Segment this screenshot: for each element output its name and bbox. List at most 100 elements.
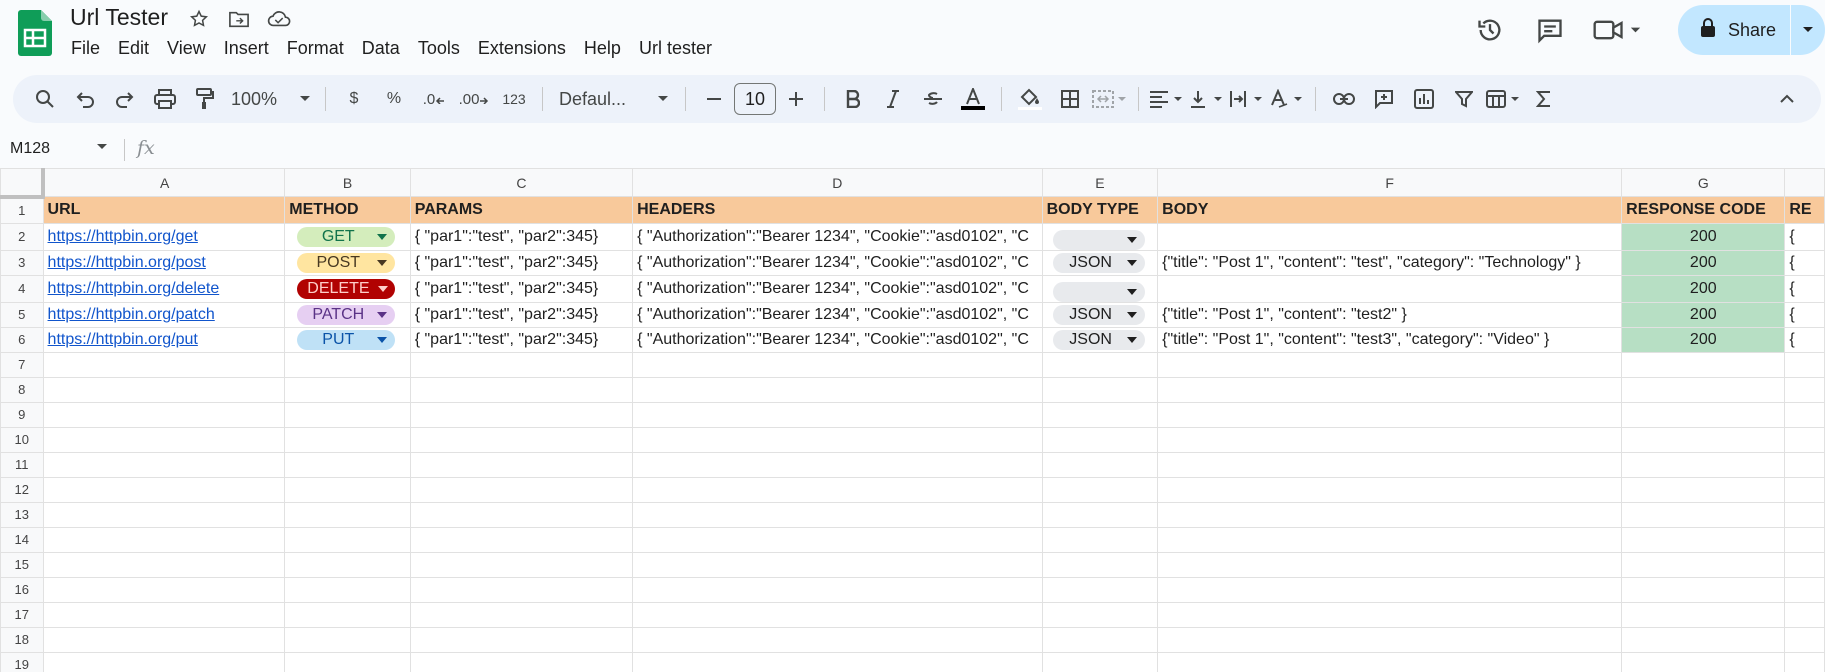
empty-cell[interactable] <box>284 551 411 578</box>
borders-icon[interactable] <box>1052 81 1088 117</box>
move-folder-icon[interactable] <box>226 6 252 32</box>
empty-cell[interactable] <box>632 476 1043 503</box>
empty-cell[interactable] <box>1621 576 1786 603</box>
empty-cell[interactable] <box>1157 401 1623 428</box>
headers-cell[interactable]: { "Authorization":"Bearer 1234", "Cookie… <box>632 222 1043 251</box>
header-cell-method[interactable]: METHOD <box>284 196 411 224</box>
empty-cell[interactable] <box>1621 651 1786 672</box>
bold-icon[interactable] <box>835 81 871 117</box>
row-number[interactable]: 16 <box>0 576 44 603</box>
empty-cell[interactable] <box>1041 526 1159 553</box>
empty-cell[interactable] <box>284 576 411 603</box>
empty-cell[interactable] <box>409 551 634 578</box>
collapse-toolbar-chevron-up-icon[interactable] <box>1769 81 1805 117</box>
method-dropdown-chip[interactable]: DELETE <box>297 278 396 299</box>
empty-cell[interactable] <box>409 426 634 453</box>
row-number[interactable]: 14 <box>0 526 44 553</box>
params-cell[interactable]: { "par1":"test", "par2":345} <box>409 249 634 276</box>
empty-cell[interactable] <box>284 351 411 378</box>
empty-cell[interactable] <box>1784 351 1825 378</box>
body-type-cell[interactable]: JSON <box>1041 326 1159 353</box>
empty-cell[interactable] <box>1041 551 1159 578</box>
row-number[interactable]: 6 <box>0 326 44 353</box>
empty-cell[interactable] <box>1784 501 1825 528</box>
row-number[interactable]: 2 <box>0 222 44 251</box>
empty-cell[interactable] <box>632 501 1043 528</box>
print-icon[interactable] <box>147 81 183 117</box>
row-number[interactable]: 19 <box>0 651 44 672</box>
row-number[interactable]: 11 <box>0 451 44 478</box>
empty-cell[interactable] <box>1621 426 1786 453</box>
sheets-logo-icon[interactable] <box>18 10 52 56</box>
empty-cell[interactable] <box>1784 476 1825 503</box>
empty-cell[interactable] <box>1784 576 1825 603</box>
method-cell[interactable]: PUT <box>284 326 411 353</box>
response-cell-partial[interactable]: { <box>1784 326 1825 353</box>
empty-cell[interactable] <box>42 576 286 603</box>
empty-cell[interactable] <box>1784 401 1825 428</box>
empty-cell[interactable] <box>284 401 411 428</box>
body-type-dropdown-chip[interactable]: JSON <box>1052 304 1145 325</box>
search-menus-icon[interactable] <box>27 81 63 117</box>
method-cell[interactable]: PATCH <box>284 301 411 328</box>
row-number[interactable]: 15 <box>0 551 44 578</box>
empty-cell[interactable] <box>1157 576 1623 603</box>
header-cell-body-type[interactable]: BODY TYPE <box>1041 196 1159 224</box>
empty-cell[interactable] <box>1041 476 1159 503</box>
column-header-c[interactable]: C <box>409 168 634 197</box>
headers-cell[interactable]: { "Authorization":"Bearer 1234", "Cookie… <box>632 249 1043 276</box>
params-cell[interactable]: { "par1":"test", "par2":345} <box>409 326 634 353</box>
functions-sigma-icon[interactable] <box>1526 81 1562 117</box>
fill-color-icon[interactable] <box>1012 81 1048 117</box>
empty-cell[interactable] <box>1621 351 1786 378</box>
formula-input[interactable] <box>170 140 1770 162</box>
headers-cell[interactable]: { "Authorization":"Bearer 1234", "Cookie… <box>632 274 1043 303</box>
body-type-cell[interactable]: JSON <box>1041 301 1159 328</box>
empty-cell[interactable] <box>42 401 286 428</box>
name-box[interactable]: M128 <box>10 140 110 158</box>
empty-cell[interactable] <box>1157 601 1623 628</box>
increase-decimal-button[interactable]: .00 <box>456 81 492 117</box>
empty-cell[interactable] <box>1157 651 1623 672</box>
row-number[interactable]: 1 <box>0 196 44 224</box>
empty-cell[interactable] <box>42 601 286 628</box>
response-cell-partial[interactable]: { <box>1784 301 1825 328</box>
menu-tools[interactable]: Tools <box>409 36 469 61</box>
document-title[interactable]: Url Tester <box>70 4 168 31</box>
empty-cell[interactable] <box>1621 401 1786 428</box>
empty-cell[interactable] <box>284 626 411 653</box>
empty-cell[interactable] <box>42 551 286 578</box>
empty-cell[interactable] <box>1157 526 1623 553</box>
empty-cell[interactable] <box>42 376 286 403</box>
column-header-d[interactable]: D <box>632 168 1043 197</box>
header-cell-headers[interactable]: HEADERS <box>632 196 1043 224</box>
empty-cell[interactable] <box>632 551 1043 578</box>
menu-help[interactable]: Help <box>575 36 630 61</box>
filter-icon[interactable] <box>1446 81 1482 117</box>
method-cell[interactable]: DELETE <box>284 274 411 303</box>
menu-insert[interactable]: Insert <box>215 36 278 61</box>
empty-cell[interactable] <box>1041 601 1159 628</box>
select-all-corner[interactable] <box>0 168 46 199</box>
empty-cell[interactable] <box>1157 451 1623 478</box>
empty-cell[interactable] <box>1621 601 1786 628</box>
row-number[interactable]: 13 <box>0 501 44 528</box>
headers-cell[interactable]: { "Authorization":"Bearer 1234", "Cookie… <box>632 301 1043 328</box>
url-link[interactable]: https://httpbin.org/patch <box>48 306 215 323</box>
empty-cell[interactable] <box>632 576 1043 603</box>
empty-cell[interactable] <box>1041 501 1159 528</box>
insert-comment-icon[interactable] <box>1366 81 1402 117</box>
empty-cell[interactable] <box>42 476 286 503</box>
empty-cell[interactable] <box>632 451 1043 478</box>
params-cell[interactable]: { "par1":"test", "par2":345} <box>409 274 634 303</box>
empty-cell[interactable] <box>409 651 634 672</box>
empty-cell[interactable] <box>409 626 634 653</box>
empty-cell[interactable] <box>409 576 634 603</box>
empty-cell[interactable] <box>1784 626 1825 653</box>
body-cell[interactable]: {"title": "Post 1", "content": "test3", … <box>1157 326 1623 353</box>
header-cell-body[interactable]: BODY <box>1157 196 1623 224</box>
menu-view[interactable]: View <box>158 36 215 61</box>
url-cell[interactable]: https://httpbin.org/get <box>42 222 286 251</box>
empty-cell[interactable] <box>42 626 286 653</box>
empty-cell[interactable] <box>1784 376 1825 403</box>
